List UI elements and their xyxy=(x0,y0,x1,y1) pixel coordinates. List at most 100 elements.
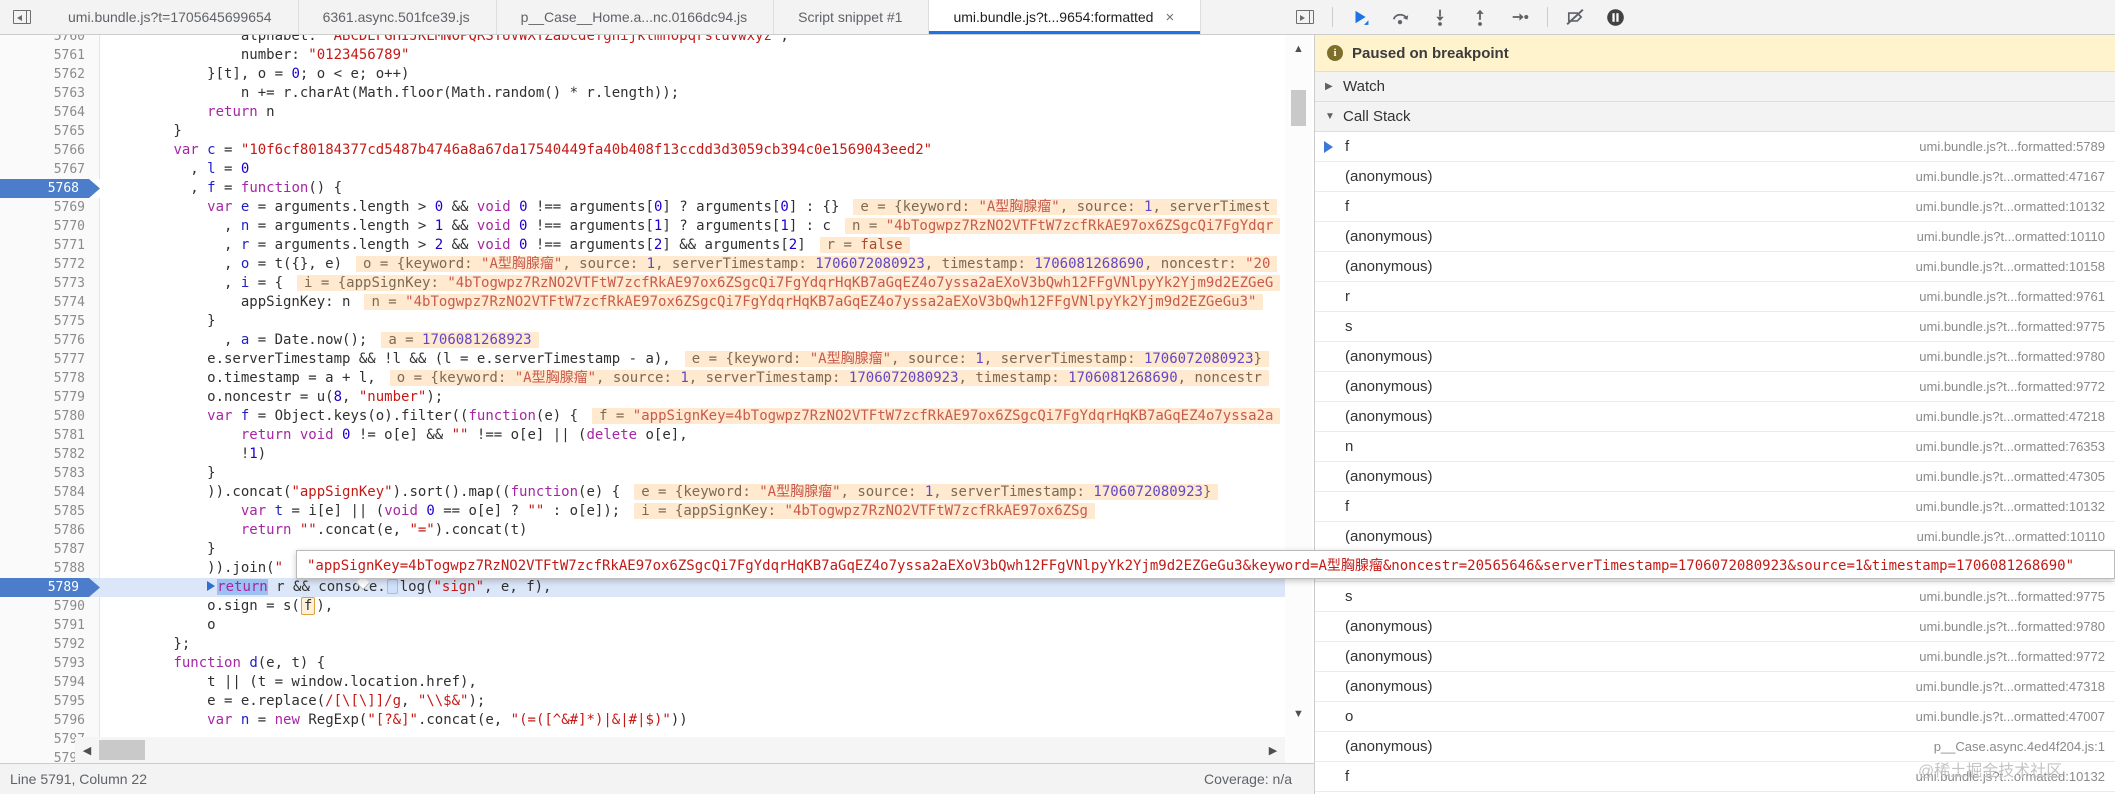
step-over-button[interactable] xyxy=(1387,4,1413,30)
code-text[interactable]: , l = 0 xyxy=(100,160,249,179)
line-number[interactable]: 5791 xyxy=(0,616,100,635)
file-tab[interactable]: umi.bundle.js?t=1705645699654 xyxy=(44,0,299,34)
line-number[interactable]: 5778 xyxy=(0,369,100,388)
code-text[interactable]: }; xyxy=(100,635,190,654)
line-number[interactable]: 5776 xyxy=(0,331,100,350)
code-text[interactable]: }[t], o = 0; o < e; o++) xyxy=(100,65,409,84)
scroll-up-icon[interactable]: ▲ xyxy=(1285,38,1312,60)
line-number[interactable]: 5763 xyxy=(0,84,100,103)
code-text[interactable]: } xyxy=(100,122,181,141)
callstack-frame[interactable]: r umi.bundle.js?t...formatted:9761 xyxy=(1315,282,2115,312)
scroll-right-icon[interactable]: ▶ xyxy=(1261,737,1285,763)
line-number[interactable]: 5783 xyxy=(0,464,100,483)
code-text[interactable]: n += r.charAt(Math.floor(Math.random() *… xyxy=(100,84,679,103)
line-number[interactable]: 5781 xyxy=(0,426,100,445)
callstack-frame[interactable]: f umi.bundle.js?t...ormatted:10132 xyxy=(1315,492,2115,522)
scroll-down-icon[interactable]: ▼ xyxy=(1285,703,1312,725)
line-number[interactable]: 5794 xyxy=(0,673,100,692)
line-number[interactable]: 5795 xyxy=(0,692,100,711)
toggle-debugger-sidebar-button[interactable] xyxy=(1292,4,1318,30)
code-text[interactable]: t || (t = window.location.href), xyxy=(100,673,477,692)
callstack-frame[interactable]: (anonymous) umi.bundle.js?t...ormatted:10… xyxy=(1315,252,2115,282)
step-button[interactable] xyxy=(1507,4,1533,30)
callstack-frame[interactable]: f umi.bundle.js?t...ormatted:10132 xyxy=(1315,192,2115,222)
callstack-frame[interactable]: (anonymous) umi.bundle.js?t...ormatted:10… xyxy=(1315,522,2115,552)
step-into-button[interactable] xyxy=(1427,4,1453,30)
line-number[interactable]: 5777 xyxy=(0,350,100,369)
code-text[interactable]: alphabet: "ABCDEFGHIJKLMNOPQRSTUVWXYZabc… xyxy=(100,35,789,46)
line-number[interactable]: 5769 xyxy=(0,198,100,217)
breakpoint-line-number[interactable]: 5789 xyxy=(0,578,100,597)
code-text[interactable]: return "".concat(e, "=").concat(t) xyxy=(100,521,528,540)
line-number[interactable]: 5787 xyxy=(0,540,100,559)
deactivate-breakpoints-button[interactable] xyxy=(1562,4,1588,30)
code-text[interactable]: , o = t({}, e) o = {keyword: "A型胸腺瘤", sou… xyxy=(100,255,1278,274)
callstack-frame[interactable]: (anonymous) umi.bundle.js?t...ormatted:47… xyxy=(1315,672,2115,702)
inline-step-marker[interactable] xyxy=(386,578,398,594)
callstack-frame[interactable]: (anonymous) umi.bundle.js?t...ormatted:47… xyxy=(1315,462,2115,492)
code-text[interactable]: , f = function() { xyxy=(100,179,342,198)
line-number[interactable]: 5767 xyxy=(0,160,100,179)
code-text[interactable]: o xyxy=(100,616,215,635)
callstack-frame[interactable]: f umi.bundle.js?t...formatted:5789 xyxy=(1315,132,2115,162)
code-text[interactable]: , r = arguments.length > 2 && void 0 !==… xyxy=(100,236,910,255)
pause-on-exceptions-button[interactable] xyxy=(1602,4,1628,30)
code-text[interactable]: , i = {i = {appSignKey: "4bTogwpz7RzNO2V… xyxy=(100,274,1281,293)
vertical-scroll-thumb[interactable] xyxy=(1291,90,1306,126)
line-number[interactable]: 5774 xyxy=(0,293,100,312)
breakpoint-line-number[interactable]: 5768 xyxy=(0,179,100,198)
line-number[interactable]: 5772 xyxy=(0,255,100,274)
callstack-frame[interactable]: (anonymous) umi.bundle.js?t...ormatted:47… xyxy=(1315,162,2115,192)
line-number[interactable]: 5793 xyxy=(0,654,100,673)
code-text[interactable]: return r && console. log("sign", e, f), xyxy=(100,578,551,597)
code-text[interactable]: } xyxy=(100,312,215,331)
line-number[interactable]: 5764 xyxy=(0,103,100,122)
line-number[interactable]: 5779 xyxy=(0,388,100,407)
line-number[interactable]: 5792 xyxy=(0,635,100,654)
code-text[interactable]: return void 0 != o[e] && "" !== o[e] || … xyxy=(100,426,688,445)
code-editor[interactable]: 5760 alphabet: "ABCDEFGHIJKLMNOPQRSTUVWX… xyxy=(0,35,1285,763)
code-text[interactable]: } xyxy=(100,540,215,559)
code-text[interactable]: o.noncestr = u(8, "number"); xyxy=(100,388,443,407)
code-text[interactable]: , n = arguments.length > 1 && void 0 !==… xyxy=(100,217,1281,236)
code-text[interactable]: , a = Date.now(); a = 1706081268923 xyxy=(100,331,539,350)
code-text[interactable]: var e = arguments.length > 0 && void 0 !… xyxy=(100,198,1278,217)
callstack-frame[interactable]: s umi.bundle.js?t...formatted:9775 xyxy=(1315,582,2115,612)
line-number[interactable]: 5782 xyxy=(0,445,100,464)
line-number[interactable]: 5762 xyxy=(0,65,100,84)
watch-section-header[interactable]: ▶ Watch xyxy=(1315,72,2115,102)
code-text[interactable]: e = e.replace(/[\[\]]/g, "\\$&"); xyxy=(100,692,485,711)
line-number[interactable]: 5770 xyxy=(0,217,100,236)
line-number[interactable]: 5785 xyxy=(0,502,100,521)
horizontal-scroll-thumb[interactable] xyxy=(99,740,145,760)
line-number[interactable]: 5786 xyxy=(0,521,100,540)
code-text[interactable]: var t = i[e] || (void 0 == o[e] ? "" : o… xyxy=(100,502,1095,521)
code-text[interactable]: !1) xyxy=(100,445,266,464)
line-number[interactable]: 5784 xyxy=(0,483,100,502)
callstack-frame[interactable]: s umi.bundle.js?t...formatted:9775 xyxy=(1315,312,2115,342)
editor-vertical-scrollbar[interactable]: ▲ ▼ xyxy=(1285,35,1312,763)
callstack-frame[interactable]: (anonymous) umi.bundle.js?t...ormatted:10… xyxy=(1315,222,2115,252)
resume-script-button[interactable] xyxy=(1347,4,1373,30)
line-number[interactable]: 5788 xyxy=(0,559,100,578)
code-text[interactable]: var f = Object.keys(o).filter((function(… xyxy=(100,407,1281,426)
code-text[interactable]: e.serverTimestamp && !l && (l = e.server… xyxy=(100,350,1269,369)
callstack-frame[interactable]: (anonymous) umi.bundle.js?t...formatted:9… xyxy=(1315,612,2115,642)
line-number[interactable]: 5771 xyxy=(0,236,100,255)
line-number[interactable]: 5760 xyxy=(0,35,100,46)
code-text[interactable]: return n xyxy=(100,103,274,122)
editor-horizontal-scrollbar[interactable]: ◀ ▶ xyxy=(75,737,1285,763)
code-text[interactable]: } xyxy=(100,464,215,483)
line-number[interactable]: 5775 xyxy=(0,312,100,331)
file-tab[interactable]: p__Case__Home.a...nc.0166dc94.js xyxy=(497,0,775,34)
code-text[interactable]: var c = "10f6cf80184377cd5487b4746a8a67d… xyxy=(100,141,932,160)
line-number[interactable]: 5766 xyxy=(0,141,100,160)
code-text[interactable]: )).concat("appSignKey").sort().map((func… xyxy=(100,483,1219,502)
callstack-frame[interactable]: o umi.bundle.js?t...ormatted:47007 xyxy=(1315,702,2115,732)
file-tab[interactable]: 6361.async.501fce39.js xyxy=(299,0,497,34)
toggle-navigator-button[interactable] xyxy=(0,0,44,34)
code-text[interactable]: number: "0123456789" xyxy=(100,46,410,65)
callstack-section-header[interactable]: ▼ Call Stack xyxy=(1315,102,2115,132)
code-text[interactable]: appSignKey: n n = "4bTogwpz7RzNO2VTFtW7zc… xyxy=(100,293,1264,312)
scroll-left-icon[interactable]: ◀ xyxy=(75,737,99,763)
